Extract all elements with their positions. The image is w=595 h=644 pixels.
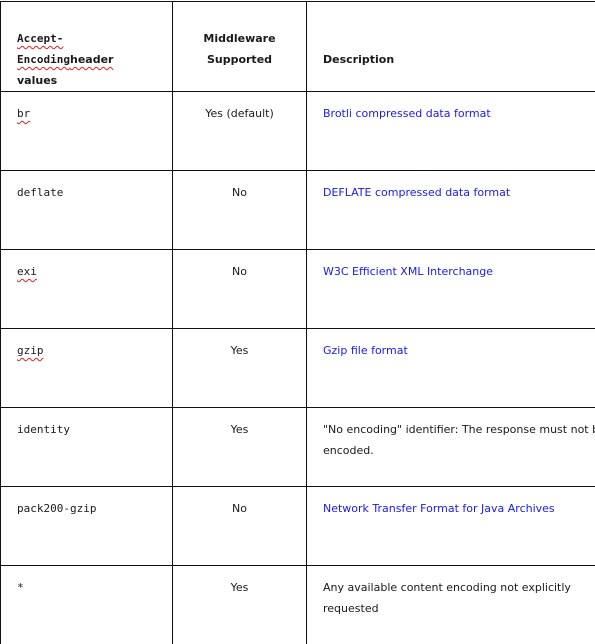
header-accept-encoding-values: Accept-Encodingheader values	[0, 1, 173, 92]
middleware-supported-cell: Yes	[172, 328, 307, 408]
description-cell: "No encoding" identifier: The response m…	[306, 407, 595, 487]
middleware-supported-cell: Yes (default)	[172, 91, 307, 171]
encoding-value-cell: pack200-gzip	[0, 486, 173, 566]
middleware-supported-value: Yes	[230, 581, 249, 594]
header-description-text: Description	[323, 53, 395, 66]
encoding-value: exi	[17, 265, 37, 278]
description-text: Any available content encoding not expli…	[323, 581, 571, 615]
table-row-deflate: deflate No DEFLATE compressed data forma…	[0, 170, 595, 250]
header-middleware-supported: Middleware Supported	[172, 1, 307, 92]
header-accept-encoding-text: Accept-Encoding	[17, 32, 70, 66]
table-row-pack200gzip: pack200-gzip No Network Transfer Format …	[0, 486, 595, 566]
table-row-gzip: gzip Yes Gzip file format	[0, 328, 595, 408]
encoding-value: identity	[17, 423, 70, 436]
encoding-value-cell: br	[0, 91, 173, 171]
header-supported-text: Supported	[206, 53, 273, 66]
header-middleware-text: Middleware	[203, 32, 276, 45]
description-link[interactable]: Brotli compressed data format	[323, 107, 491, 120]
middleware-supported-cell: Yes	[172, 407, 307, 487]
middleware-supported-cell: No	[172, 170, 307, 250]
encoding-value: deflate	[17, 186, 64, 199]
description-cell: Gzip file format	[306, 328, 595, 408]
document-page: Accept-Encodingheader values Middleware …	[0, 0, 595, 644]
encoding-value: *	[17, 581, 24, 594]
description-cell: DEFLATE compressed data format	[306, 170, 595, 250]
encoding-value: pack200-gzip	[17, 502, 97, 515]
encoding-value-cell: deflate	[0, 170, 173, 250]
table-row-wildcard: * Yes Any available content encoding not…	[0, 565, 595, 644]
table-body: br Yes (default) Brotli compressed data …	[0, 91, 595, 644]
encoding-value: gzip	[17, 344, 44, 357]
accept-encoding-table: Accept-Encodingheader values Middleware …	[0, 1, 595, 644]
middleware-supported-value: No	[232, 502, 247, 515]
description-link[interactable]: Gzip file format	[323, 344, 408, 357]
middleware-supported-value: No	[232, 186, 247, 199]
encoding-value-cell: *	[0, 565, 173, 644]
encoding-value-cell: identity	[0, 407, 173, 487]
middleware-supported-value: No	[232, 265, 247, 278]
description-cell: Any available content encoding not expli…	[306, 565, 595, 644]
table-header-row: Accept-Encodingheader values Middleware …	[0, 1, 595, 92]
description-text: "No encoding" identifier: The response m…	[323, 423, 595, 457]
middleware-supported-value: Yes	[230, 344, 249, 357]
encoding-value-cell: gzip	[0, 328, 173, 408]
description-link[interactable]: W3C Efficient XML Interchange	[323, 265, 493, 278]
description-link[interactable]: Network Transfer Format for Java Archive…	[323, 502, 555, 515]
table-row-br: br Yes (default) Brotli compressed data …	[0, 91, 595, 171]
description-cell: Brotli compressed data format	[306, 91, 595, 171]
middleware-supported-cell: Yes	[172, 565, 307, 644]
middleware-supported-cell: No	[172, 486, 307, 566]
header-header-text: header	[69, 53, 114, 66]
middleware-supported-value: Yes	[230, 423, 249, 436]
encoding-value: br	[17, 107, 31, 120]
middleware-supported-cell: No	[172, 249, 307, 329]
description-cell: Network Transfer Format for Java Archive…	[306, 486, 595, 566]
header-values-text: values	[17, 74, 58, 87]
table-row-identity: identity Yes "No encoding" identifier: T…	[0, 407, 595, 487]
description-cell: W3C Efficient XML Interchange	[306, 249, 595, 329]
header-description: Description	[306, 1, 595, 92]
encoding-value-cell: exi	[0, 249, 173, 329]
middleware-supported-value: Yes (default)	[205, 107, 274, 120]
table-row-exi: exi No W3C Efficient XML Interchange	[0, 249, 595, 329]
description-link[interactable]: DEFLATE compressed data format	[323, 186, 510, 199]
